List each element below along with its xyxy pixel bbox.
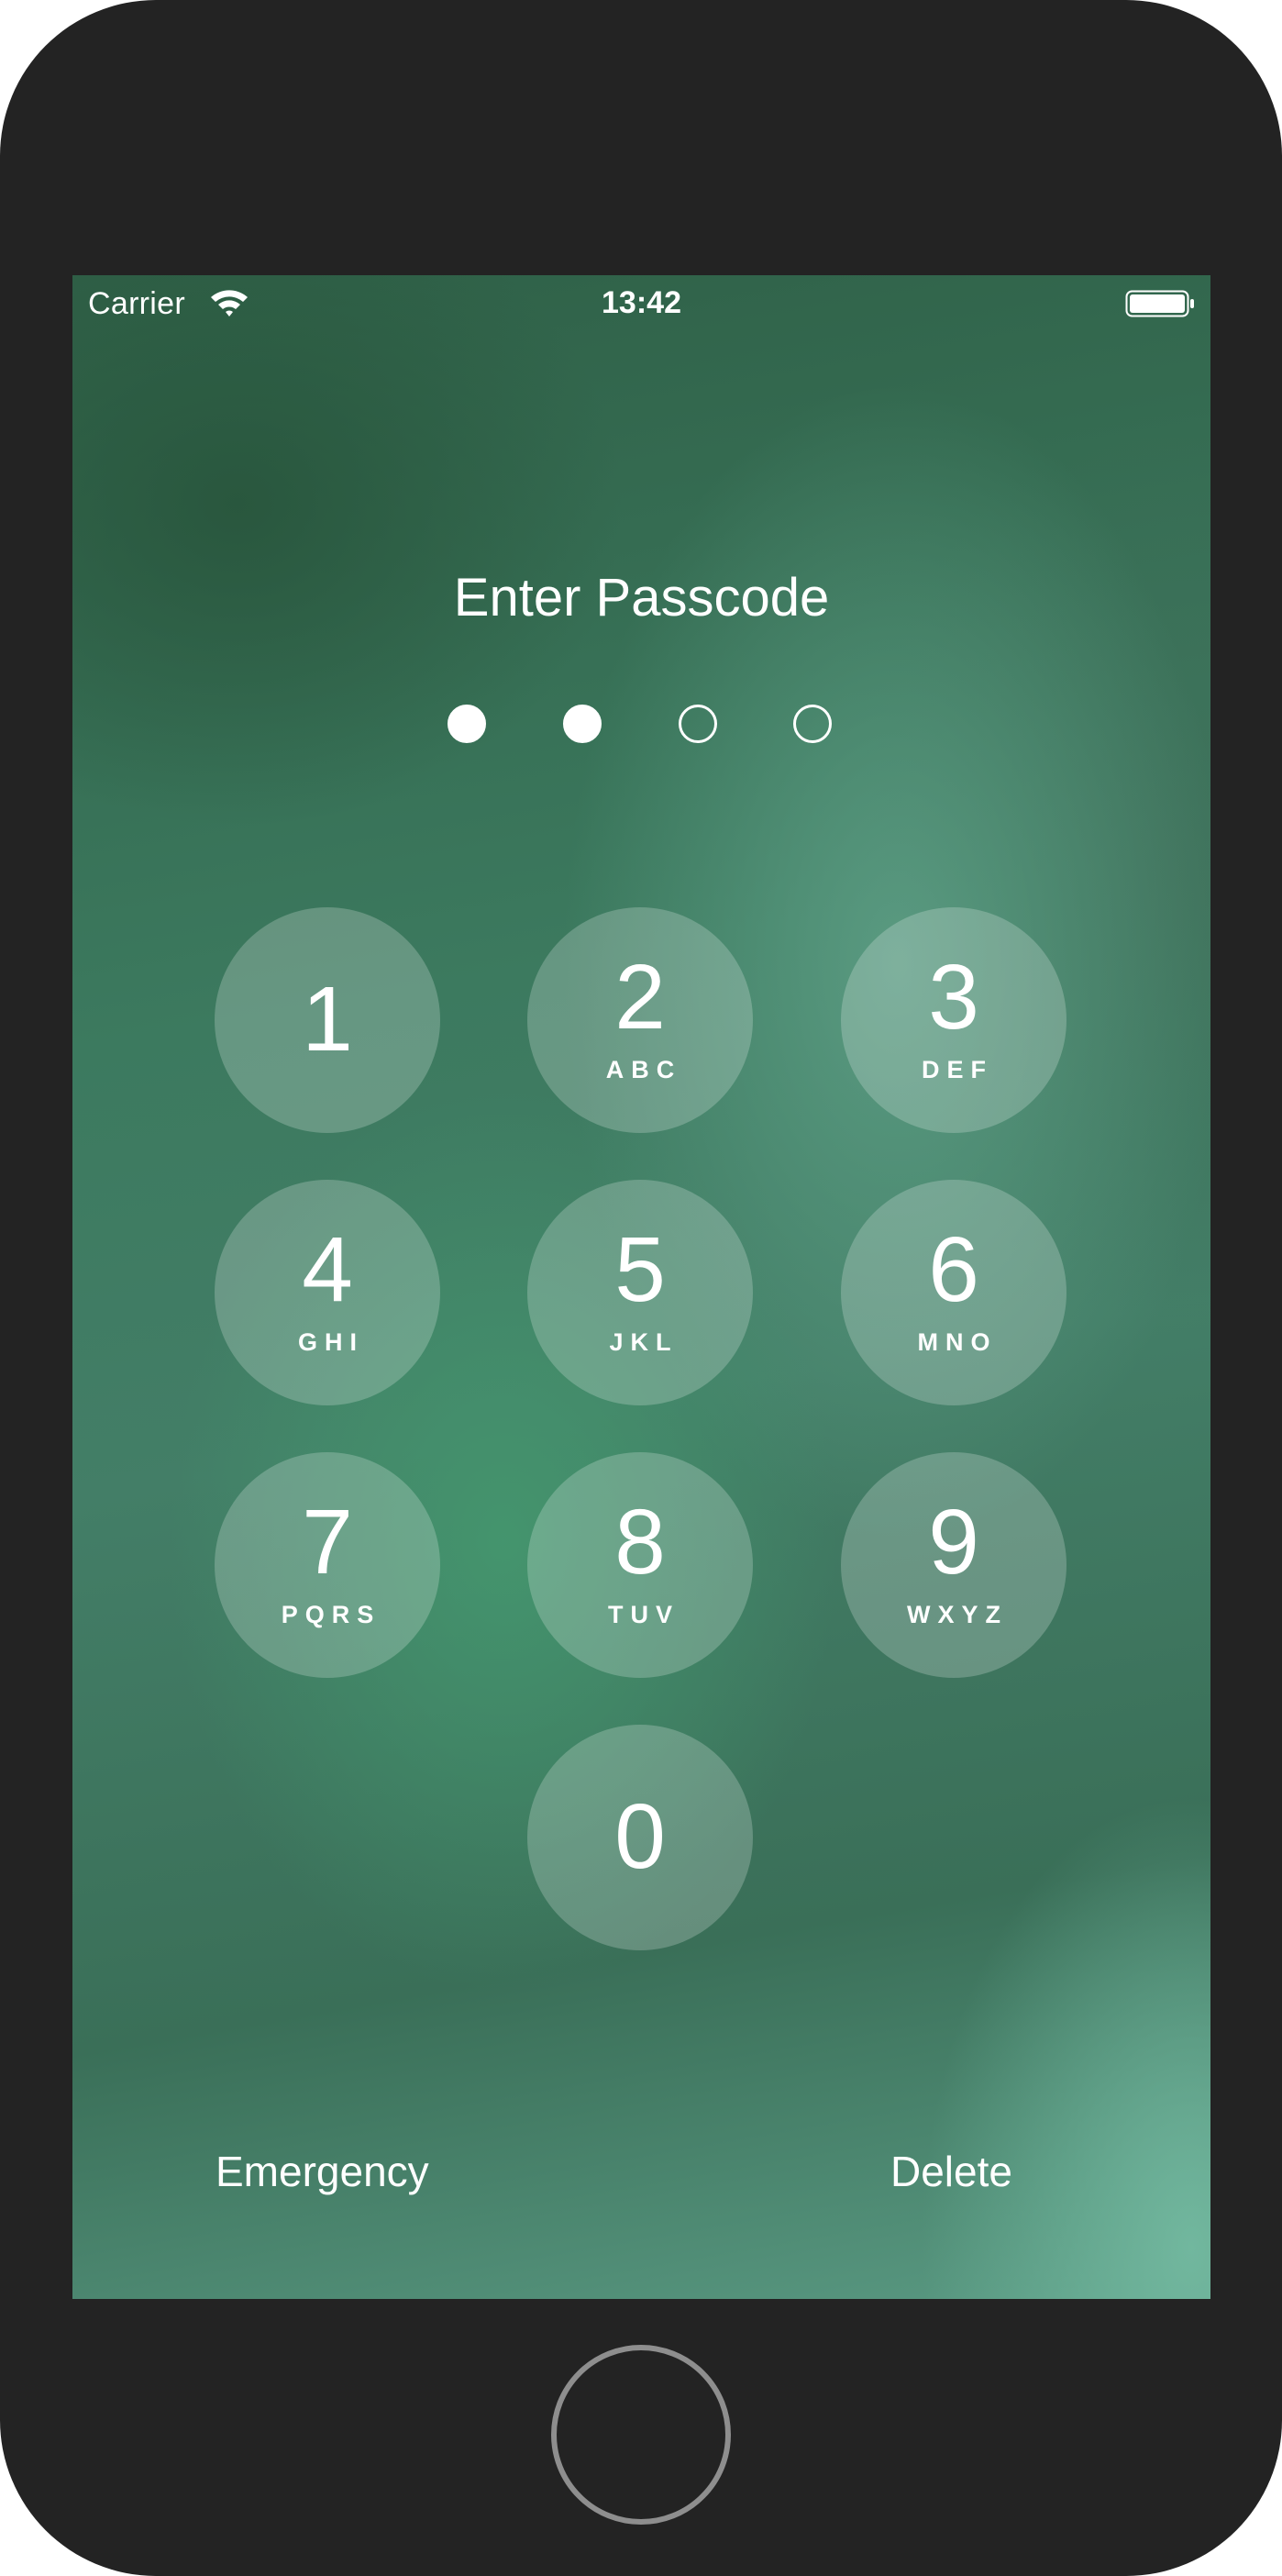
battery-icon — [1125, 290, 1194, 317]
key-letters: JKL — [609, 1328, 679, 1356]
key-letters: TUV — [608, 1601, 680, 1628]
passcode-dot-2 — [563, 705, 602, 743]
passcode-title: Enter Passcode — [453, 568, 830, 627]
lock-screen: Carrier 13:42 Enter Passcode 1 2 ABC 3 D… — [72, 275, 1210, 2299]
key-3[interactable]: 3 DEF — [841, 907, 1066, 1133]
emergency-button[interactable]: Emergency — [216, 2147, 429, 2196]
key-1[interactable]: 1 — [215, 907, 440, 1133]
key-digit: 8 — [614, 1491, 666, 1593]
key-digit: 6 — [928, 1218, 979, 1321]
key-letters: MNO — [917, 1328, 998, 1356]
key-digit: 1 — [302, 968, 353, 1071]
passcode-dot-4 — [793, 705, 832, 743]
delete-button[interactable]: Delete — [890, 2147, 1012, 2196]
key-letters: WXYZ — [907, 1601, 1008, 1628]
key-digit: 9 — [928, 1491, 979, 1593]
key-4[interactable]: 4 GHI — [215, 1180, 440, 1405]
passcode-dot-3 — [679, 705, 717, 743]
key-9[interactable]: 9 WXYZ — [841, 1452, 1066, 1678]
status-time: 13:42 — [602, 285, 681, 320]
passcode-dots — [72, 705, 1210, 745]
passcode-dot-1 — [448, 705, 486, 743]
key-digit: 3 — [928, 946, 979, 1049]
key-digit: 2 — [614, 946, 666, 1049]
key-letters: GHI — [297, 1328, 364, 1356]
key-letters: ABC — [605, 1056, 682, 1083]
phone-frame: Carrier 13:42 Enter Passcode 1 2 ABC 3 D… — [0, 0, 1282, 2576]
key-8[interactable]: 8 TUV — [527, 1452, 753, 1678]
home-button[interactable] — [551, 2345, 731, 2525]
status-bar: Carrier 13:42 — [72, 275, 1210, 334]
key-2[interactable]: 2 ABC — [527, 907, 753, 1133]
key-5[interactable]: 5 JKL — [527, 1180, 753, 1405]
key-digit: 4 — [302, 1218, 353, 1321]
key-digit: 7 — [302, 1491, 353, 1593]
key-6[interactable]: 6 MNO — [841, 1180, 1066, 1405]
key-digit: 0 — [614, 1785, 666, 1888]
key-letters: DEF — [922, 1056, 993, 1083]
key-7[interactable]: 7 PQRS — [215, 1452, 440, 1678]
key-0[interactable]: 0 — [527, 1725, 753, 1950]
key-letters: PQRS — [281, 1601, 381, 1628]
key-digit: 5 — [614, 1218, 666, 1321]
